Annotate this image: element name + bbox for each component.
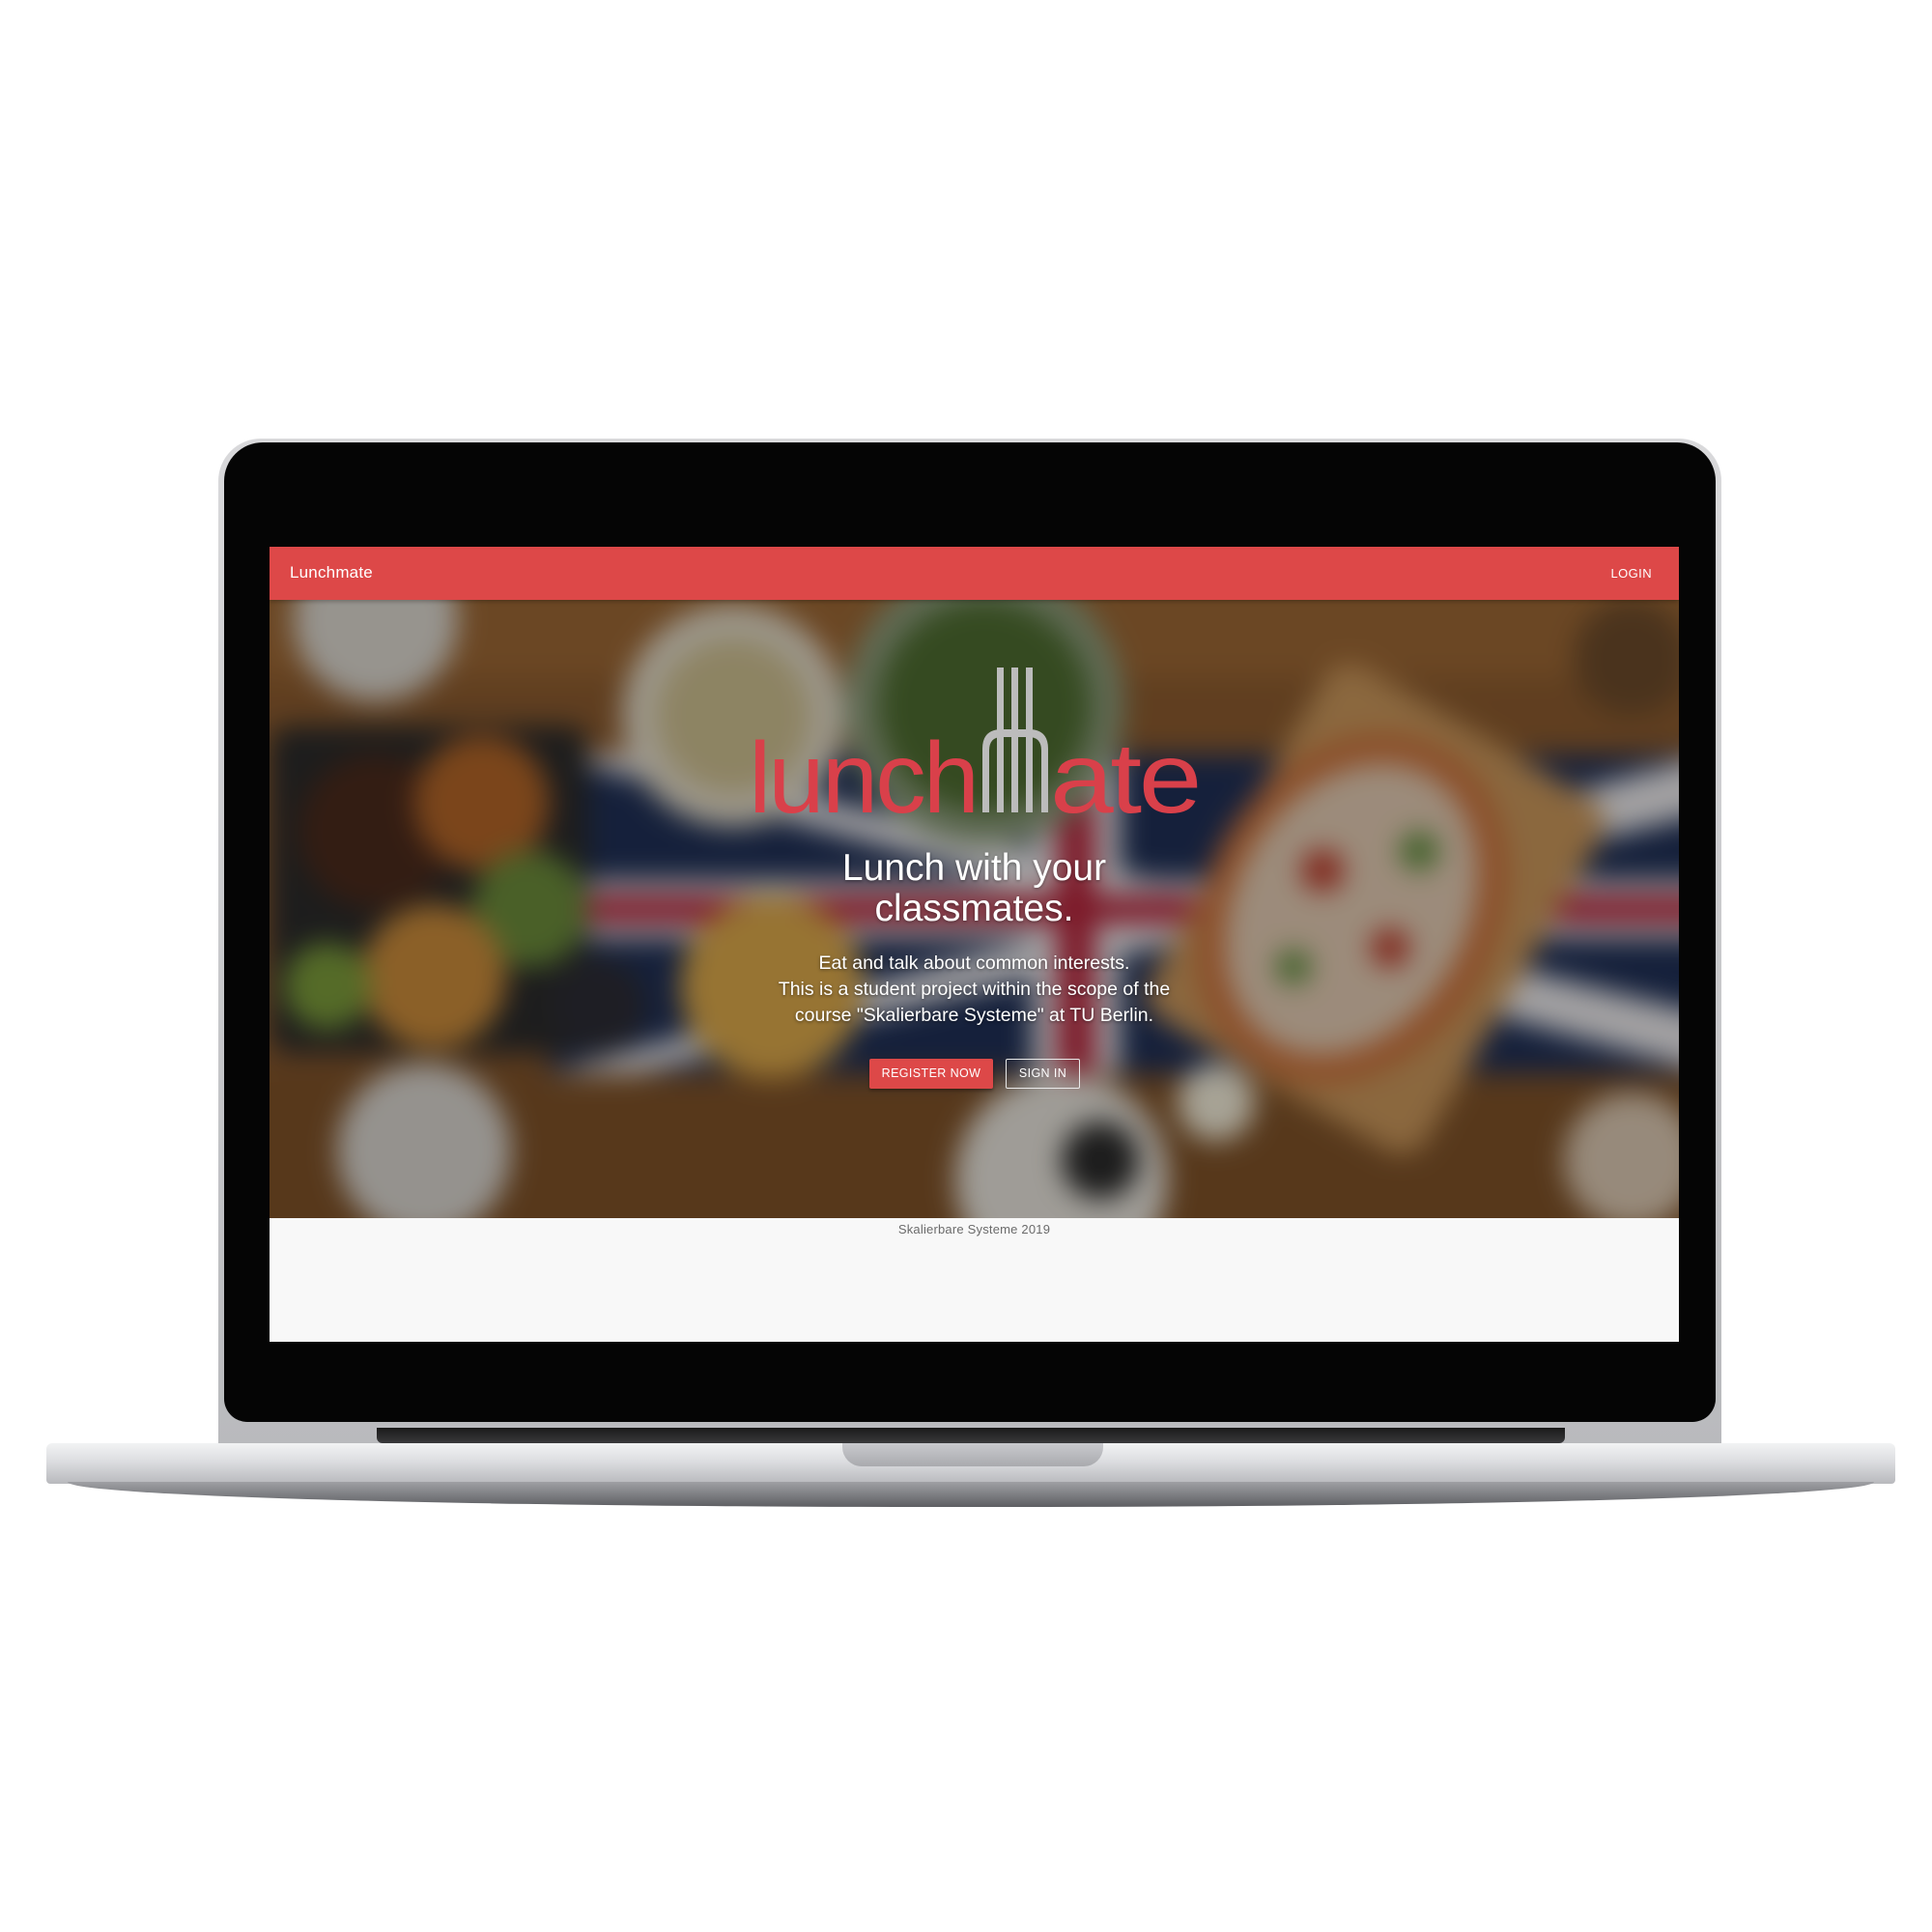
sign-in-button[interactable]: SIGN IN [1006,1059,1080,1089]
hero-description: Eat and talk about common interests. Thi… [270,951,1679,1029]
footer-copyright: Skalierbare Systeme 2019 [897,1222,1051,1236]
svg-text:ate: ate [1050,723,1199,822]
login-link[interactable]: LOGIN [1611,566,1652,581]
browser-screen: Lunchmate LOGIN lunch ate Lunch with you… [270,547,1679,1342]
laptop-notch [842,1443,1103,1466]
hero-headline: Lunch with your classmates. [270,848,1679,929]
lunchmate-logo-graphic: lunch ate [749,668,1202,835]
headline-line-2: classmates. [874,888,1074,929]
laptop-hinge [377,1428,1565,1443]
headline-line-1: Lunch with your [841,847,1107,889]
laptop-base-bottom [68,1482,1874,1507]
top-navbar: Lunchmate LOGIN [270,547,1679,600]
hero-content: lunch ate Lunch with your classmates. Ea… [270,600,1679,1218]
description-line-2: This is a student project within the sco… [778,979,1171,1000]
register-now-button[interactable]: REGISTER NOW [869,1059,993,1089]
lunchmate-logo: lunch ate [749,668,1202,835]
description-line-1: Eat and talk about common interests. [818,952,1130,974]
brand-title[interactable]: Lunchmate [290,563,373,582]
description-line-3: course "Skalierbare Systeme" at TU Berli… [794,1005,1154,1026]
svg-text:lunch: lunch [749,723,977,822]
hero-section: lunch ate Lunch with your classmates. Ea… [270,600,1679,1218]
